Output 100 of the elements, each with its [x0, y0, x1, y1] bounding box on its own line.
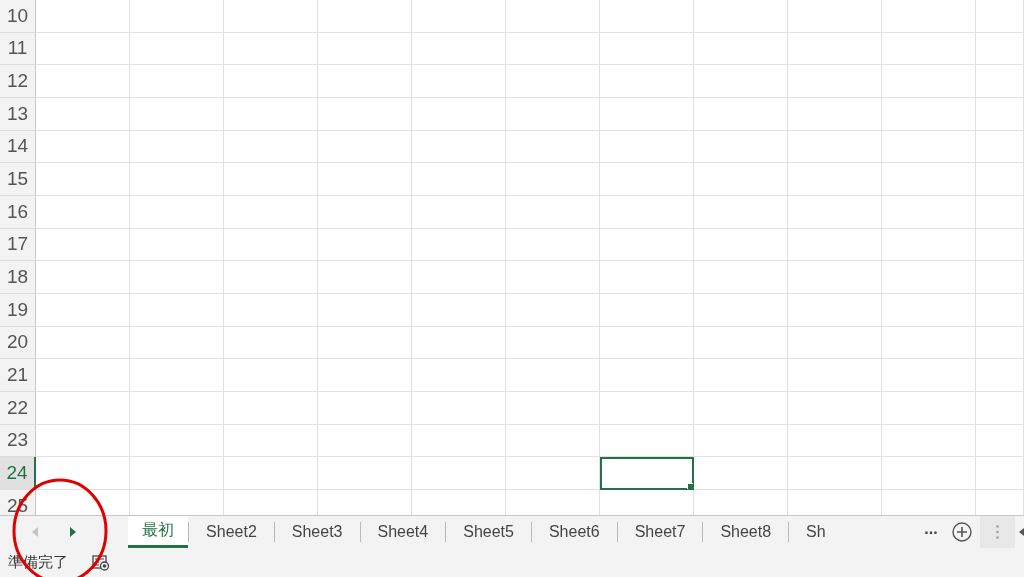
grid-cell[interactable]	[976, 97, 1024, 131]
grid-cell[interactable]	[130, 293, 224, 327]
grid-cell[interactable]	[318, 293, 412, 327]
row-header[interactable]: 15	[0, 163, 36, 196]
grid-cell[interactable]	[506, 195, 600, 229]
grid-cell[interactable]	[882, 391, 976, 425]
grid-cell[interactable]	[412, 97, 506, 131]
grid-cell[interactable]	[224, 391, 318, 425]
grid-cell[interactable]	[506, 0, 600, 33]
grid-cell[interactable]	[130, 391, 224, 425]
row-header[interactable]: 21	[0, 359, 36, 392]
row-header[interactable]: 10	[0, 0, 36, 33]
grid-cell[interactable]	[788, 359, 882, 392]
fill-handle[interactable]	[687, 482, 693, 489]
grid-cell[interactable]	[788, 163, 882, 196]
grid-cell[interactable]	[224, 424, 318, 458]
grid-cell[interactable]	[130, 326, 224, 360]
grid-cell[interactable]	[36, 228, 130, 262]
grid-cell[interactable]	[318, 261, 412, 294]
grid-cell[interactable]	[506, 391, 600, 425]
grid-cell[interactable]	[318, 130, 412, 164]
grid-cell[interactable]	[412, 163, 506, 196]
grid-cell[interactable]	[412, 424, 506, 458]
grid-cell[interactable]	[694, 195, 788, 229]
grid-cell[interactable]	[506, 457, 600, 490]
scroll-right-icon[interactable]	[70, 527, 76, 537]
grid-cell[interactable]	[976, 326, 1024, 360]
grid-cell[interactable]	[36, 195, 130, 229]
grid-cell[interactable]	[224, 32, 318, 66]
grid-cell[interactable]	[600, 326, 694, 360]
scroll-left-icon[interactable]	[1019, 528, 1024, 536]
grid-cell[interactable]	[318, 424, 412, 458]
grid-cell[interactable]	[882, 326, 976, 360]
grid-cell[interactable]	[694, 261, 788, 294]
grid-cell[interactable]	[694, 130, 788, 164]
grid-cell[interactable]	[882, 130, 976, 164]
grid-cell[interactable]	[412, 457, 506, 490]
grid-cell[interactable]	[318, 65, 412, 98]
grid-cell[interactable]	[224, 130, 318, 164]
row-header[interactable]: 23	[0, 424, 36, 458]
grid-cell[interactable]	[36, 261, 130, 294]
grid-cell[interactable]	[412, 293, 506, 327]
grid-cell[interactable]	[788, 261, 882, 294]
more-tabs-button[interactable]: ...	[924, 516, 944, 548]
grid-cell[interactable]	[318, 391, 412, 425]
grid-cell[interactable]	[412, 228, 506, 262]
grid-cell[interactable]	[976, 163, 1024, 196]
grid-cell[interactable]	[694, 163, 788, 196]
sheet-tab[interactable]: Sh	[789, 516, 826, 548]
grid-cell[interactable]	[600, 65, 694, 98]
grid-cell[interactable]	[224, 261, 318, 294]
grid-cell[interactable]	[788, 293, 882, 327]
sheet-tab[interactable]: Sheet3	[274, 516, 360, 548]
grid-cell[interactable]	[412, 261, 506, 294]
grid-cell[interactable]	[882, 97, 976, 131]
grid-cell[interactable]	[600, 163, 694, 196]
sheet-tab[interactable]: Sheet4	[360, 516, 446, 548]
grid-cell[interactable]	[788, 0, 882, 33]
row-header[interactable]: 19	[0, 293, 36, 327]
grid-cell[interactable]	[318, 359, 412, 392]
grid-cell[interactable]	[882, 424, 976, 458]
selected-cell[interactable]	[600, 457, 694, 490]
grid-cell[interactable]	[788, 195, 882, 229]
grid-cell[interactable]	[600, 0, 694, 33]
grid-cell[interactable]	[224, 228, 318, 262]
grid-cell[interactable]	[130, 228, 224, 262]
grid-cell[interactable]	[224, 293, 318, 327]
grid-cell[interactable]	[506, 163, 600, 196]
grid-cell[interactable]	[694, 65, 788, 98]
grid-cell[interactable]	[412, 359, 506, 392]
row-header[interactable]: 14	[0, 130, 36, 164]
grid-cell[interactable]	[36, 457, 130, 490]
row-header[interactable]: 18	[0, 261, 36, 294]
grid-cell[interactable]	[318, 97, 412, 131]
row-header[interactable]: 22	[0, 391, 36, 425]
grid-cell[interactable]	[882, 228, 976, 262]
grid-cell[interactable]	[694, 457, 788, 490]
grid-cell[interactable]	[976, 0, 1024, 33]
grid-cell[interactable]	[318, 32, 412, 66]
grid-cell[interactable]	[882, 457, 976, 490]
grid-cell[interactable]	[506, 293, 600, 327]
sheet-tab[interactable]: Sheet5	[446, 516, 531, 548]
grid-cell[interactable]	[318, 326, 412, 360]
grid-cell[interactable]	[694, 391, 788, 425]
grid-cell[interactable]	[36, 359, 130, 392]
row-header[interactable]: 17	[0, 228, 36, 262]
grid-cell[interactable]	[976, 32, 1024, 66]
grid-cell[interactable]	[224, 163, 318, 196]
grid-cell[interactable]	[36, 424, 130, 458]
grid-cell[interactable]	[694, 228, 788, 262]
grid-cell[interactable]	[506, 261, 600, 294]
grid-cell[interactable]	[788, 457, 882, 490]
grid-cell[interactable]	[976, 457, 1024, 490]
grid-cell[interactable]	[600, 391, 694, 425]
grid-cell[interactable]	[976, 391, 1024, 425]
grid-cell[interactable]	[412, 65, 506, 98]
grid-cell[interactable]	[788, 130, 882, 164]
grid-cell[interactable]	[600, 261, 694, 294]
add-sheet-icon[interactable]	[951, 522, 972, 542]
sheet-tab[interactable]: Sheet6	[531, 516, 617, 548]
